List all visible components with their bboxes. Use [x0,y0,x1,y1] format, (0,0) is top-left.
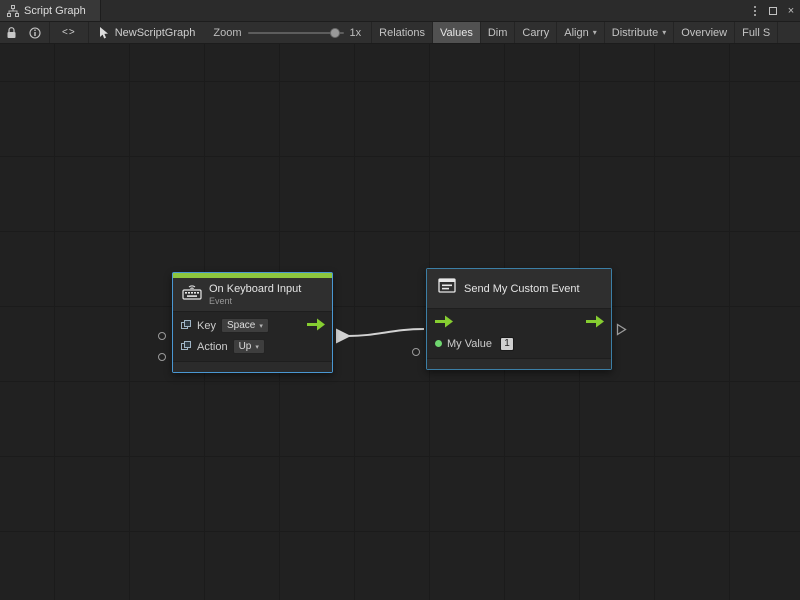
script-graph-window: Script Graph × <> [0,0,800,600]
node-header[interactable]: On Keyboard Input Event [173,278,332,312]
port-row-flow [427,312,611,333]
flow-arrow-icon [586,315,604,328]
port-label-action: Action [197,341,228,353]
toolbar-button-fullscreen[interactable]: Full S [735,22,778,43]
flow-input-port[interactable] [435,315,453,331]
object-port-icon [181,341,192,352]
tab-script-graph[interactable]: Script Graph [0,0,101,21]
maximize-icon [769,7,777,15]
port-row-action: Action Up ▾ [173,336,332,357]
port-label-key: Key [197,320,216,332]
window-maximize-button[interactable] [764,0,782,21]
zoom-slider-knob[interactable] [330,28,340,38]
toolbar-button-dim[interactable]: Dim [481,22,516,43]
info-icon [29,27,41,39]
flow-arrow-icon [435,315,453,328]
script-graph-icon [7,5,19,17]
node-subtitle: Event [209,296,301,306]
toolbar-button-align[interactable]: Align ▾ [557,22,604,43]
window-menu-button[interactable] [746,0,764,21]
node-title: On Keyboard Input [209,283,301,295]
external-input-port-action[interactable] [158,353,166,361]
close-icon: × [788,5,794,17]
value-port-dot[interactable] [435,340,442,347]
kebab-menu-icon [754,6,756,16]
node-header-titles: On Keyboard Input Event [209,283,301,306]
graph-canvas[interactable]: On Keyboard Input Event Key Space ▾ [0,44,800,600]
flow-arrow-icon [307,318,325,331]
node-on-keyboard-input[interactable]: On Keyboard Input Event Key Space ▾ [172,272,333,373]
graph-toolbar: <> NewScriptGraph Zoom 1x Relations Valu… [0,22,800,44]
port-row-my-value: My Value 1 [427,333,611,354]
graph-cursor-icon [99,27,110,39]
tab-title: Script Graph [24,5,86,17]
node-header[interactable]: Send My Custom Event [427,269,611,309]
external-input-port-my-value[interactable] [412,348,420,356]
window-close-button[interactable]: × [782,0,800,21]
my-value-input[interactable]: 1 [500,337,514,351]
toolbar-button-distribute[interactable]: Distribute ▾ [605,22,674,43]
key-dropdown[interactable]: Space ▾ [221,318,269,333]
node-title: Send My Custom Event [464,283,580,295]
lock-button[interactable] [0,22,23,43]
tab-bar-spacer [101,0,746,21]
dropdown-caret-icon: ▾ [662,28,666,37]
zoom-label: Zoom [213,27,241,39]
wire-layer [0,44,800,600]
code-view-button[interactable]: <> [52,22,86,43]
dropdown-caret-icon: ▾ [259,322,263,330]
node-footer [173,361,332,372]
graph-reference[interactable]: NewScriptGraph [91,22,206,43]
toolbar-button-overview[interactable]: Overview [674,22,735,43]
toolbar-button-relations[interactable]: Relations [372,22,433,43]
flow-output-port[interactable] [307,318,325,334]
node-body: Key Space ▾ [173,312,332,359]
zoom-value: 1x [350,27,362,39]
object-port-icon [181,320,192,331]
external-output-port[interactable] [616,323,627,341]
connection-wire-arrow[interactable] [336,329,351,344]
graph-name-label: NewScriptGraph [115,27,196,39]
keyboard-icon [182,284,202,305]
flow-output-port[interactable] [586,315,604,331]
toolbar-separator [49,22,50,43]
action-dropdown[interactable]: Up ▾ [233,339,265,354]
lock-icon [6,27,17,39]
toolbar-toggle-group: Relations Values Dim Carry Align ▾ Distr… [371,22,778,43]
zoom-control: Zoom 1x [205,22,369,43]
zoom-slider[interactable] [248,27,344,39]
code-icon: <> [62,27,76,38]
node-send-my-custom-event[interactable]: Send My Custom Event [426,268,612,370]
connection-wire[interactable] [348,329,424,336]
dropdown-caret-icon: ▾ [255,343,259,351]
node-footer [427,358,611,369]
window-tab-bar: Script Graph × [0,0,800,22]
toolbar-button-carry[interactable]: Carry [515,22,557,43]
toolbar-separator [88,22,89,43]
node-body: My Value 1 [427,309,611,356]
external-input-port-key[interactable] [158,332,166,340]
custom-event-icon [437,277,457,300]
port-row-key: Key Space ▾ [173,315,332,336]
info-button[interactable] [23,22,47,43]
port-label-my-value: My Value [447,338,492,350]
toolbar-button-values[interactable]: Values [433,22,481,43]
dropdown-caret-icon: ▾ [593,28,597,37]
